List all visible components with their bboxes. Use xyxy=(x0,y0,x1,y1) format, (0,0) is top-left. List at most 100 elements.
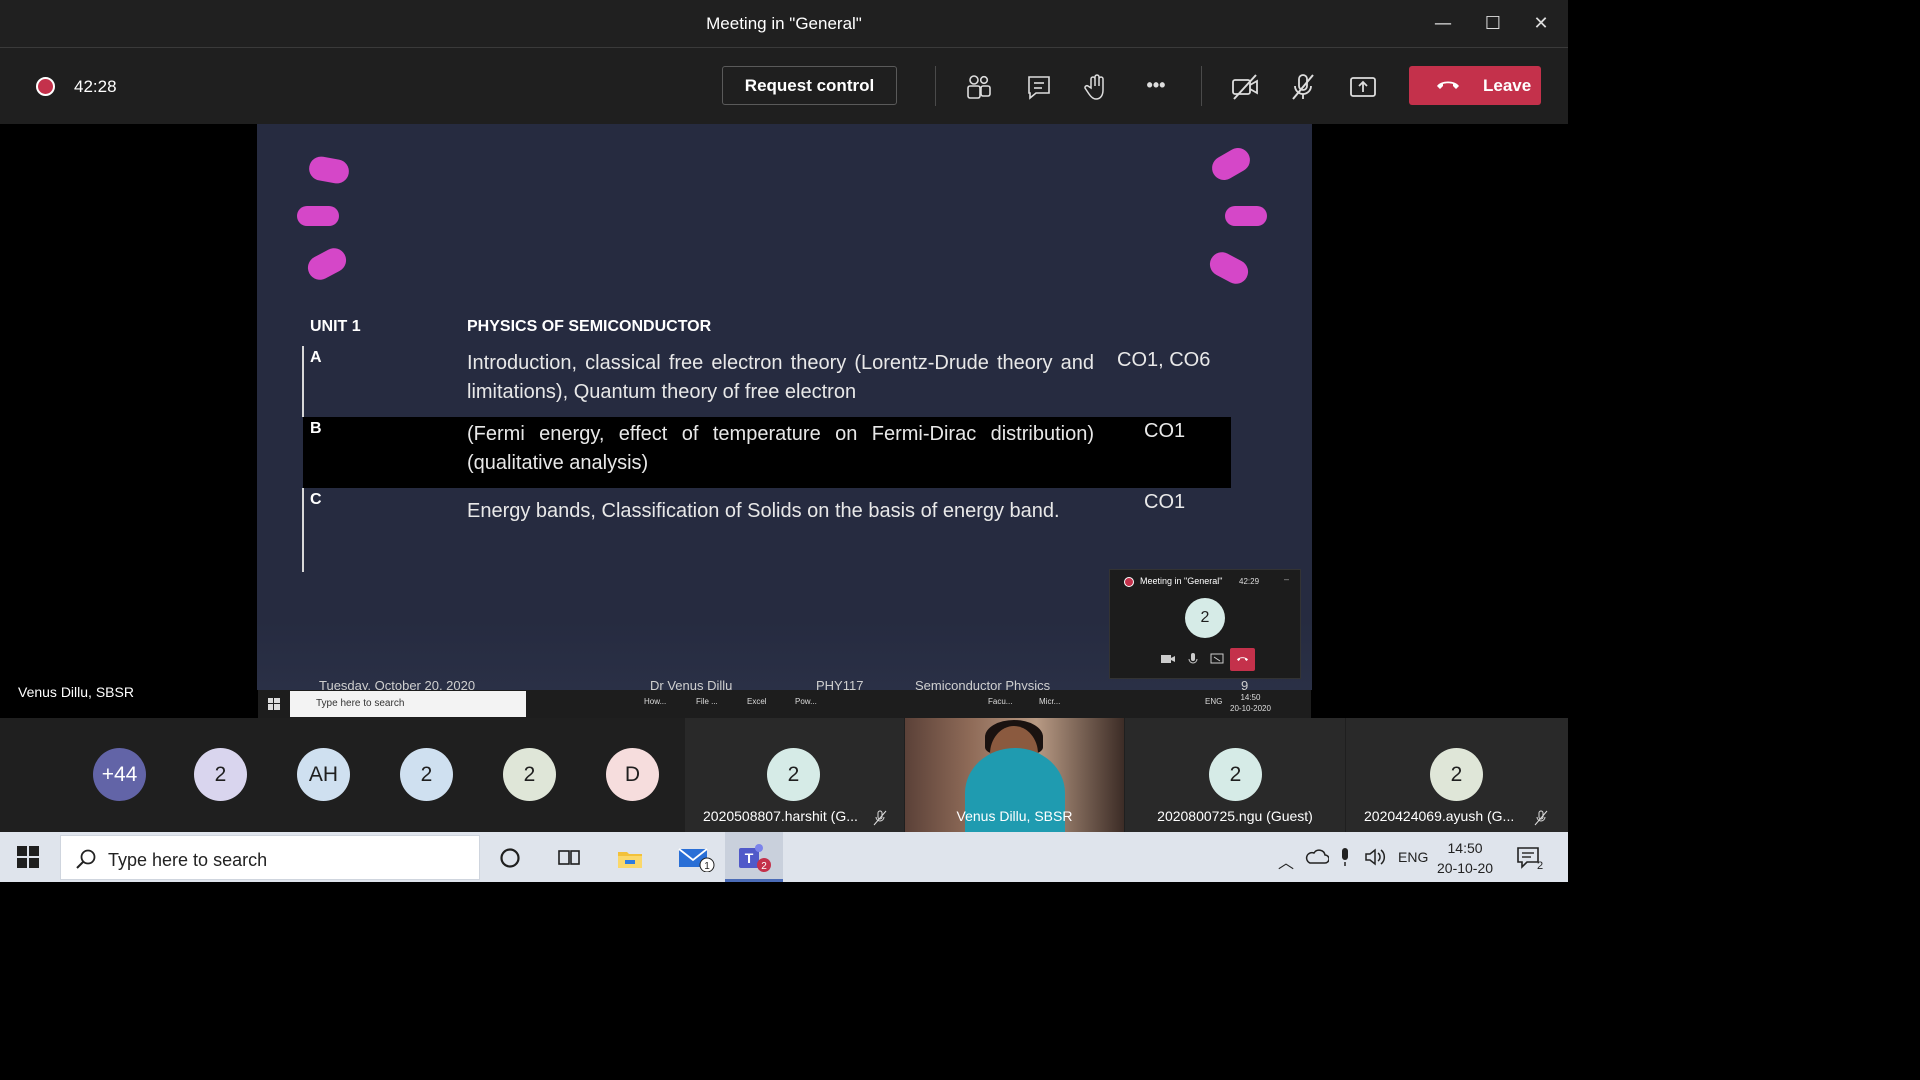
teams-taskbar-button[interactable]: T 2 xyxy=(725,832,783,882)
mini-share-icon[interactable] xyxy=(1207,650,1227,668)
start-button-icon[interactable] xyxy=(17,846,39,868)
mic-off-icon[interactable] xyxy=(1286,70,1320,104)
cortana-icon[interactable] xyxy=(496,844,524,872)
presenter-taskbar: Type here to search How... File ... Exce… xyxy=(258,690,1311,718)
windows-taskbar: Type here to search 1 T 2 ︿ ENG 14:50 20… xyxy=(0,832,1568,882)
notification-badge: 2 xyxy=(1537,860,1543,871)
toolbar-divider xyxy=(935,66,936,106)
maximize-button[interactable]: ☐ xyxy=(1471,8,1515,40)
participant-avatar: 2 xyxy=(767,748,820,801)
presenter-app-label: How... xyxy=(644,697,667,706)
presenter-app-label: Excel xyxy=(747,697,767,706)
row-divider xyxy=(302,488,304,572)
decorative-stroke xyxy=(307,154,351,186)
presenter-lang: ENG xyxy=(1205,697,1223,706)
mini-mic-icon[interactable] xyxy=(1183,650,1203,668)
participant-strip: +44 2 AH 2 2 D 2 2020508807.harshit (G..… xyxy=(0,718,1568,832)
leave-label: Leave xyxy=(1483,76,1532,95)
onedrive-icon[interactable] xyxy=(1305,847,1329,867)
presenter-app-label: File ... xyxy=(696,697,718,706)
chat-icon[interactable] xyxy=(1022,70,1056,104)
meeting-toolbar: 42:28 Request control ••• Leave xyxy=(0,48,1568,124)
row-text: Introduction, classical free electron th… xyxy=(467,352,1094,403)
meeting-timer: 42:28 xyxy=(74,77,117,96)
participant-avatar: 2 xyxy=(1430,748,1483,801)
minimize-button[interactable]: — xyxy=(1421,8,1465,40)
presenter-video-tile[interactable]: Venus Dillu, SBSR xyxy=(905,718,1124,832)
presenter-time: 14:50 xyxy=(1240,693,1261,702)
recording-icon xyxy=(36,77,55,96)
file-explorer-icon[interactable] xyxy=(616,844,644,872)
mini-meeting-window[interactable]: Meeting in "General" 42:29 – 2 xyxy=(1109,569,1301,679)
raise-hand-icon[interactable] xyxy=(1080,70,1114,104)
teams-icon: T 2 xyxy=(739,844,771,872)
mail-icon[interactable]: 1 xyxy=(678,844,718,872)
participant-avatar: 2 xyxy=(1209,748,1262,801)
leave-button[interactable]: Leave xyxy=(1409,66,1541,105)
decorative-stroke xyxy=(297,206,339,226)
slide-unit-label: UNIT 1 xyxy=(310,318,361,335)
footer-date: Tuesday, October 20, 2020 xyxy=(319,678,476,690)
participant-avatar[interactable]: +44 xyxy=(93,748,146,801)
row-text: (Fermi energy, effect of temperature on … xyxy=(467,423,1094,474)
window-title: Meeting in "General" xyxy=(706,14,862,33)
shared-screen: UNIT 1 PHYSICS OF SEMICONDUCTOR A Introd… xyxy=(0,124,1568,718)
windows-logo-icon xyxy=(268,698,280,710)
presenter-app-label: Pow... xyxy=(795,697,817,706)
participant-name: Venus Dillu, SBSR xyxy=(956,808,1073,824)
close-button[interactable]: ✕ xyxy=(1519,8,1563,40)
presenter-app-label: Micr... xyxy=(1039,697,1061,706)
camera-off-icon[interactable] xyxy=(1228,70,1262,104)
clock-date: 20-10-20 xyxy=(1437,860,1494,876)
taskbar-search-box[interactable]: Type here to search xyxy=(60,835,480,880)
participant-tile[interactable]: 2 2020800725.ngu (Guest) xyxy=(1125,718,1345,832)
show-hidden-icons[interactable]: ︿ xyxy=(1278,849,1294,873)
footer-author: Dr Venus Dillu xyxy=(650,678,733,690)
microphone-icon[interactable] xyxy=(1337,846,1353,868)
row-co: CO1, CO6 xyxy=(1117,349,1211,371)
search-icon xyxy=(76,849,96,869)
mini-participant-avatar: 2 xyxy=(1185,598,1225,638)
row-divider xyxy=(302,346,304,417)
decorative-stroke xyxy=(303,244,351,284)
mini-minimize-button[interactable]: – xyxy=(1284,574,1289,584)
task-view-icon[interactable] xyxy=(555,844,583,872)
decorative-stroke xyxy=(1207,143,1255,185)
mini-hangup-button[interactable] xyxy=(1230,648,1255,671)
participant-avatar[interactable]: 2 xyxy=(194,748,247,801)
language-indicator[interactable]: ENG xyxy=(1398,849,1428,865)
participants-icon[interactable] xyxy=(962,70,996,104)
toolbar-divider xyxy=(1201,66,1202,106)
participant-avatar[interactable]: 2 xyxy=(503,748,556,801)
notification-center-icon[interactable]: 2 xyxy=(1515,845,1545,871)
recording-icon xyxy=(1124,577,1134,587)
footer-course: PHY117 xyxy=(816,678,864,690)
participant-tile[interactable]: 2 2020424069.ayush (G... xyxy=(1346,718,1568,832)
phone-hangup-icon xyxy=(1437,81,1459,89)
share-screen-icon[interactable] xyxy=(1346,70,1380,104)
participant-avatar[interactable]: D xyxy=(606,748,659,801)
clock-time: 14:50 xyxy=(1447,840,1483,856)
muted-mic-icon xyxy=(1534,810,1548,826)
volume-icon[interactable] xyxy=(1364,847,1386,867)
mini-camera-icon[interactable] xyxy=(1158,650,1178,668)
phone-hangup-icon xyxy=(1237,657,1248,661)
participant-avatar[interactable]: 2 xyxy=(400,748,453,801)
row-letter: C xyxy=(310,491,322,508)
presenter-name-label: Venus Dillu, SBSR xyxy=(18,684,134,700)
mini-window-time: 42:29 xyxy=(1239,577,1260,586)
row-letter: B xyxy=(310,420,322,437)
presenter-clock: 14:50 20-10-2020 xyxy=(1230,692,1271,714)
svg-text:T: T xyxy=(745,850,754,866)
participant-tile[interactable]: 2 2020508807.harshit (G... xyxy=(685,718,904,832)
presenter-date: 20-10-2020 xyxy=(1230,704,1271,713)
title-bar: Meeting in "General" — ☐ ✕ xyxy=(0,0,1568,48)
participant-avatar[interactable]: AH xyxy=(297,748,350,801)
more-icon[interactable]: ••• xyxy=(1139,70,1173,104)
mini-window-title: Meeting in "General" xyxy=(1140,576,1223,586)
presenter-app-label: Facu... xyxy=(988,697,1013,706)
decorative-stroke xyxy=(1225,206,1267,226)
taskbar-clock[interactable]: 14:50 20-10-20 xyxy=(1437,838,1493,878)
request-control-button[interactable]: Request control xyxy=(722,66,897,105)
footer-subject: Semiconductor Physics xyxy=(915,678,1051,690)
